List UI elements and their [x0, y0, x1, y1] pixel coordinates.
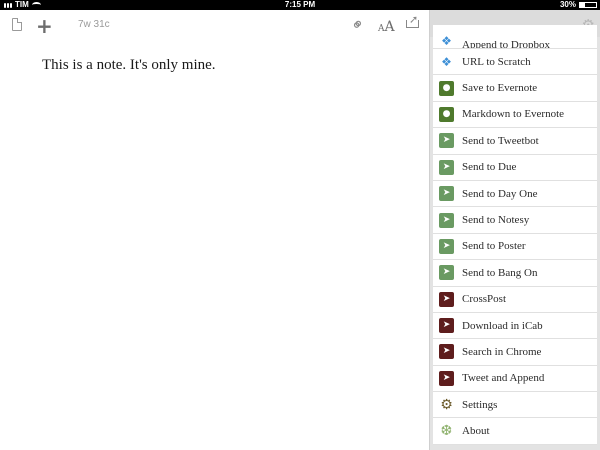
action-label: Send to Bang On — [462, 266, 538, 279]
action-label: Send to Poster — [462, 240, 526, 253]
action-label: Settings — [462, 398, 498, 411]
arrow-green-icon: ➤ — [439, 265, 454, 281]
battery-icon — [579, 2, 597, 8]
share-icon[interactable]: ➚ — [406, 13, 420, 28]
action-label: Send to Notesy — [462, 214, 530, 227]
action-tweet-and-append[interactable]: ➤ Tweet and Append — [433, 365, 597, 393]
action-label: Download in iCab — [462, 319, 543, 332]
action-label: Markdown to Evernote — [462, 108, 565, 121]
arrow-green-icon: ➤ — [439, 238, 454, 254]
action-label: Send to Due — [462, 161, 517, 174]
arrow-maroon-icon: ➤ — [439, 344, 454, 360]
note-text[interactable]: This is a note. It's only mine. — [42, 57, 216, 74]
word-count: 7w 31c — [78, 19, 110, 30]
arrow-green-icon: ➤ — [439, 159, 454, 175]
action-send-to-tweetbot[interactable]: ➤ Send to Tweetbot — [433, 128, 597, 155]
action-append-to-dropbox[interactable]: ❖ Append to Dropbox — [433, 25, 597, 49]
battery-percent: 30% — [559, 0, 576, 9]
about-icon: ❆ — [440, 423, 453, 440]
new-note-icon[interactable]: + — [36, 14, 53, 38]
action-settings[interactable]: ⚙ Settings — [433, 392, 597, 419]
editor-toolbar: + 7w 31c ⚭ AA ➚ — [0, 10, 429, 40]
actions-panel: ⚙ ❖ Append to Dropbox ❖ URL to Scratch ●… — [429, 10, 600, 450]
action-label: CrossPost — [462, 293, 507, 306]
dropbox-icon: ❖ — [441, 33, 452, 48]
action-download-in-icab[interactable]: ➤ Download in iCab — [433, 312, 597, 340]
action-send-to-day-one[interactable]: ➤ Send to Day One — [433, 180, 597, 208]
arrow-green-icon: ➤ — [439, 186, 454, 202]
battery-group: 30% — [560, 0, 597, 10]
evernote-icon: ● — [439, 106, 454, 122]
document-icon[interactable] — [12, 18, 22, 31]
dropbox-icon: ❖ — [441, 54, 452, 69]
action-send-to-due[interactable]: ➤ Send to Due — [433, 154, 597, 181]
action-label: Send to Tweetbot — [462, 134, 539, 147]
action-label: Send to Day One — [462, 187, 538, 200]
actions-list: ❖ Append to Dropbox ❖ URL to Scratch ● S… — [433, 25, 597, 445]
font-size-icon[interactable]: AA — [378, 16, 395, 35]
arrow-maroon-icon: ➤ — [439, 318, 454, 334]
action-label: About — [462, 425, 490, 438]
arrow-maroon-icon: ➤ — [439, 291, 454, 307]
action-search-in-chrome[interactable]: ➤ Search in Chrome — [433, 339, 597, 366]
action-label: Search in Chrome — [462, 345, 542, 358]
action-save-to-evernote[interactable]: ● Save to Evernote — [433, 75, 597, 102]
action-about[interactable]: ❆ About — [433, 418, 597, 445]
action-send-to-notesy[interactable]: ➤ Send to Notesy — [433, 207, 597, 234]
action-send-to-poster[interactable]: ➤ Send to Poster — [433, 233, 597, 261]
editor-pane: + 7w 31c ⚭ AA ➚ This is a note. It's onl… — [0, 10, 429, 450]
font-big-glyph: A — [384, 19, 395, 35]
action-label: Save to Evernote — [462, 82, 538, 95]
arrow-maroon-icon: ➤ — [439, 370, 454, 386]
action-label: Tweet and Append — [462, 372, 545, 385]
action-label: Append to Dropbox — [462, 39, 550, 49]
link-icon[interactable]: ⚭ — [346, 13, 369, 36]
arrow-green-icon: ➤ — [439, 133, 454, 149]
action-markdown-to-evernote[interactable]: ● Markdown to Evernote — [433, 101, 597, 129]
action-crosspost[interactable]: ➤ CrossPost — [433, 286, 597, 313]
arrow-green-icon: ➤ — [439, 212, 454, 228]
status-time: 7:15 PM — [284, 0, 316, 9]
gear-icon: ⚙ — [440, 396, 453, 413]
status-bar: TIM 7:15 PM 30% — [0, 0, 600, 10]
action-url-to-scratch[interactable]: ❖ URL to Scratch — [433, 49, 597, 76]
action-label: URL to Scratch — [462, 55, 531, 68]
evernote-icon: ● — [439, 80, 454, 96]
action-send-to-bang-on[interactable]: ➤ Send to Bang On — [433, 260, 597, 287]
